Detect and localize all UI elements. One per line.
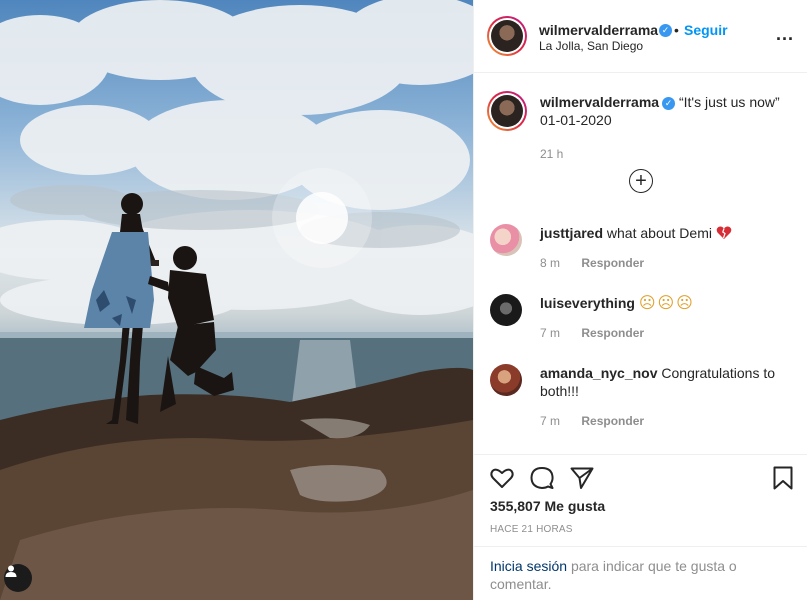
commenter-avatar[interactable] bbox=[490, 224, 522, 256]
follow-button[interactable]: Seguir bbox=[684, 22, 728, 38]
caption-username[interactable]: wilmervalderrama bbox=[540, 94, 659, 110]
header-separator: • bbox=[674, 22, 679, 38]
user-tag-icon[interactable] bbox=[4, 564, 32, 592]
reply-button[interactable]: Responder bbox=[581, 326, 644, 340]
comment-meta: 8 m Responder bbox=[540, 256, 644, 270]
user-tag-glyph bbox=[5, 565, 17, 577]
caption-text-block: wilmervalderrama ✓ “It's just us now” 01-… bbox=[540, 93, 795, 129]
post-side-panel: wilmervalderrama ✓ • Seguir La Jolla, Sa… bbox=[473, 0, 807, 600]
more-options-icon[interactable]: ... bbox=[776, 24, 794, 45]
comment-time: 8 m bbox=[540, 256, 561, 270]
comment-username[interactable]: justtjared bbox=[540, 225, 603, 241]
verified-badge-icon: ✓ bbox=[662, 96, 676, 110]
caption-time: 21 h bbox=[540, 147, 564, 161]
commenter-avatar[interactable] bbox=[490, 294, 522, 326]
comment-username[interactable]: amanda_nyc_nov bbox=[540, 365, 658, 381]
login-link[interactable]: Inicia sesión bbox=[490, 558, 567, 574]
share-icon[interactable] bbox=[569, 465, 595, 491]
action-bar bbox=[474, 456, 807, 500]
broken-heart-icon bbox=[716, 226, 732, 239]
verified-badge-icon: ✓ bbox=[659, 24, 672, 37]
caption-avatar[interactable] bbox=[487, 91, 527, 131]
commenter-avatar[interactable] bbox=[490, 364, 522, 396]
instagram-post: wilmervalderrama ✓ • Seguir La Jolla, Sa… bbox=[0, 0, 807, 600]
bookmark-icon[interactable] bbox=[770, 465, 796, 491]
author-avatar[interactable] bbox=[487, 16, 527, 56]
comment-meta: 7 m Responder bbox=[540, 326, 644, 340]
author-username[interactable]: wilmervalderrama bbox=[539, 22, 658, 38]
login-prompt: Inicia sesión para indicar que te gusta … bbox=[474, 546, 807, 600]
post-header: wilmervalderrama ✓ • Seguir La Jolla, Sa… bbox=[474, 0, 807, 73]
comments-area: wilmervalderrama ✓ “It's just us now” 01-… bbox=[474, 74, 807, 455]
reply-button[interactable]: Responder bbox=[581, 414, 644, 428]
photo-scene bbox=[0, 0, 473, 600]
post-time-ago[interactable]: HACE 21 HORAS bbox=[490, 524, 573, 535]
comment-text-block: justtjared what about Demi bbox=[540, 224, 795, 242]
comment-meta: 7 m Responder bbox=[540, 414, 644, 428]
reply-button[interactable]: Responder bbox=[581, 256, 644, 270]
post-photo[interactable] bbox=[0, 0, 473, 600]
likes-count[interactable]: 355,807 Me gusta bbox=[490, 498, 605, 514]
comment-time: 7 m bbox=[540, 326, 561, 340]
post-location[interactable]: La Jolla, San Diego bbox=[539, 39, 643, 53]
comment-text: what about Demi bbox=[606, 225, 712, 241]
comment-text-block: amanda_nyc_nov Congratulations to both!!… bbox=[540, 364, 795, 400]
comment-username[interactable]: luiseverything bbox=[540, 295, 635, 311]
frowning-face-emoji-icon: ☹☹☹ bbox=[638, 295, 695, 312]
comment-icon[interactable] bbox=[529, 465, 555, 491]
load-more-comments-button[interactable]: + bbox=[629, 169, 653, 193]
comment-text-block: luiseverything ☹☹☹ bbox=[540, 294, 795, 313]
comment-time: 7 m bbox=[540, 414, 561, 428]
heart-icon[interactable] bbox=[489, 465, 515, 491]
